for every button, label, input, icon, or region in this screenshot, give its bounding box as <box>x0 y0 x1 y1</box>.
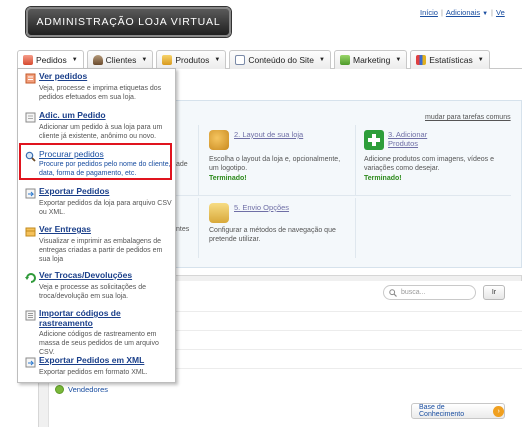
palette-icon <box>209 130 229 150</box>
products-icon <box>162 55 173 65</box>
menu-item-title: Exportar Pedidos em XML <box>39 355 145 365</box>
sellers-link[interactable]: Vendedores <box>55 385 108 394</box>
task-shipping-title[interactable]: 5. Envio Opções <box>234 203 304 212</box>
highlight-box <box>19 143 172 180</box>
task-products-status: Terminado! <box>364 175 402 182</box>
arrow-right-icon: › <box>493 405 504 417</box>
search-placeholder: busca... <box>401 289 426 296</box>
tab-marketing-label: Marketing <box>352 55 391 65</box>
main-nav: Pedidos ▼ Clientes ▼ Produtos ▼ Conteúdo… <box>17 50 490 69</box>
add-order-icon <box>24 111 36 123</box>
task-layout-status: Terminado! <box>209 175 247 182</box>
sellers-icon <box>55 385 64 394</box>
switch-common-tasks-link[interactable]: mudar para tarefas comuns <box>425 114 511 121</box>
top-links: Início | Adicionais ▼ | Ve <box>420 8 505 17</box>
add-product-icon <box>364 130 384 150</box>
chevron-down-icon: ▼ <box>141 57 148 63</box>
menu-item-title: Ver Trocas/Devoluções <box>39 270 133 280</box>
search-button[interactable]: Ir <box>483 285 505 300</box>
search-icon <box>389 288 397 297</box>
menu-item-desc: Exportar pedidos em formato XML. <box>39 369 148 376</box>
export-icon <box>24 187 36 199</box>
sellers-label: Vendedores <box>68 385 109 394</box>
import-icon <box>24 309 36 321</box>
menu-item-desc: Visualizar e imprimir as embalagens de e… <box>39 238 163 263</box>
tab-products-label: Produtos <box>175 55 210 65</box>
tab-orders-label: Pedidos <box>36 55 67 65</box>
chevron-down-icon: ▼ <box>482 11 489 17</box>
partial-text-b: ade <box>176 161 188 168</box>
menu-item-title: Ver Entregas <box>39 224 91 234</box>
chevron-down-icon: ▼ <box>71 57 78 63</box>
orders-icon <box>23 55 33 65</box>
returns-icon <box>24 271 36 283</box>
menu-item-title: Ver pedidos <box>39 71 88 81</box>
tab-content-label: Conteúdo do Site <box>248 55 315 65</box>
content-icon <box>235 55 246 65</box>
orders-dropdown-menu: Ver pedidos Veja, processe e imprima eti… <box>17 68 176 383</box>
search-input[interactable]: busca... <box>383 285 476 300</box>
xml-export-icon <box>24 356 36 368</box>
tab-customers[interactable]: Clientes ▼ <box>86 50 154 69</box>
tab-customers-label: Clientes <box>105 55 137 65</box>
extras-link[interactable]: Adicionais <box>446 8 480 17</box>
knowledge-base-button[interactable]: Base de Conhecimento › <box>411 403 505 419</box>
home-link[interactable]: Início <box>420 8 438 17</box>
chevron-down-icon: ▼ <box>395 57 402 63</box>
tab-statistics[interactable]: Estatísticas ▼ <box>410 50 490 69</box>
tab-statistics-label: Estatísticas <box>429 55 473 65</box>
menu-item-title: Adic. um Pedido <box>39 110 106 120</box>
task-layout-title[interactable]: 2. Layout de sua loja <box>234 130 304 139</box>
view-orders-icon <box>24 72 36 84</box>
chevron-down-icon: ▼ <box>319 57 325 63</box>
task-products-title[interactable]: 3. Adicionar Produtos <box>388 130 458 148</box>
menu-item-desc: Adicionar um pedido à sua loja para um c… <box>39 124 163 140</box>
tab-orders[interactable]: Pedidos ▼ <box>17 50 84 69</box>
task-layout-desc: Escolha o layout da loja e, opcionalment… <box>209 156 341 172</box>
knowledge-base-label: Base de Conhecimento <box>419 404 465 418</box>
chevron-down-icon: ▼ <box>214 57 221 63</box>
menu-item-desc: Veja, processe e imprima etiquetas dos p… <box>39 85 162 101</box>
tab-marketing[interactable]: Marketing ▼ <box>333 50 408 69</box>
customers-icon <box>92 55 103 65</box>
view-link[interactable]: Ve <box>496 8 505 17</box>
shipments-icon <box>24 225 36 237</box>
menu-item-desc: Veja e processe as solicitações de troca… <box>39 284 147 300</box>
logo-text: ADMINISTRAÇÃO LOJA VIRTUAL <box>36 16 221 28</box>
partial-text: ntes <box>176 226 190 233</box>
marketing-icon <box>339 55 350 65</box>
statistics-icon <box>416 55 427 65</box>
tab-products[interactable]: Produtos ▼ <box>156 50 227 69</box>
store-logo[interactable]: ADMINISTRAÇÃO LOJA VIRTUAL <box>26 7 231 37</box>
menu-item-title: Importar códigos de rastreamento <box>39 308 121 328</box>
menu-item-desc: Exportar pedidos da loja para arquivo CS… <box>39 200 172 216</box>
chevron-down-icon: ▼ <box>477 57 484 63</box>
task-products-desc: Adicione produtos com imagens, vídeos e … <box>364 156 494 172</box>
task-shipping-desc: Configurar a métodos de navegação que pr… <box>209 227 336 243</box>
menu-item-desc: Adicione códigos de rastreamento em mass… <box>39 331 159 356</box>
box-icon <box>209 203 229 223</box>
menu-item-title: Exportar Pedidos <box>39 186 110 196</box>
tab-content[interactable]: Conteúdo do Site ▼ <box>229 50 331 69</box>
